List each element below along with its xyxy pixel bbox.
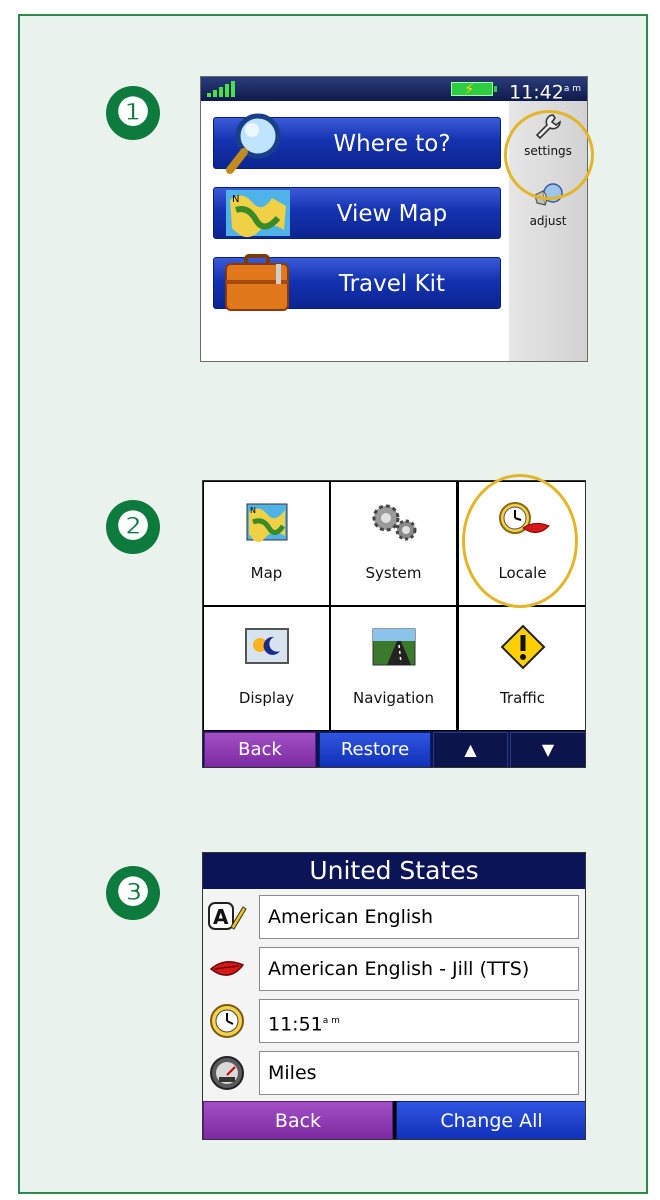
scroll-down-button[interactable]: ▼ xyxy=(510,732,585,767)
where-to-label: Where to? xyxy=(333,131,451,157)
main-menu-screen: ⚡ 11:42a m Where to? N View Map Travel K… xyxy=(200,76,588,362)
time-value: 11:51 xyxy=(268,1013,323,1036)
change-all-button[interactable]: Change All xyxy=(396,1101,585,1139)
restore-button[interactable]: Restore xyxy=(319,732,431,767)
clock-lips-icon xyxy=(498,502,550,534)
voice-lips-icon xyxy=(209,961,245,976)
map-icon: N xyxy=(246,503,287,543)
navigation-settings-tile[interactable]: Navigation xyxy=(331,607,456,730)
system-settings-tile[interactable]: System xyxy=(331,482,456,605)
clock-ampm: a m xyxy=(563,84,581,94)
adjust-button[interactable]: adjust xyxy=(509,181,587,228)
display-tile-label: Display xyxy=(238,689,295,707)
display-settings-tile[interactable]: Display xyxy=(204,607,329,730)
speaker-icon xyxy=(534,183,563,206)
step-1-marker: ❶ xyxy=(106,86,160,140)
locale-tile-label: Locale xyxy=(498,564,547,582)
language-field[interactable]: American English xyxy=(259,895,579,939)
battery-charging-icon: ⚡ xyxy=(451,80,497,98)
time-ampm: a m xyxy=(322,1016,340,1026)
view-map-button[interactable]: N View Map xyxy=(213,187,501,239)
units-field[interactable]: Miles xyxy=(259,1051,579,1095)
traffic-settings-tile[interactable]: Traffic xyxy=(459,607,585,730)
step-2-marker: ❷ xyxy=(106,500,160,554)
locale-rows: A American English American English - Ji… xyxy=(203,889,585,1101)
svg-text:N: N xyxy=(232,194,239,205)
language-row[interactable]: A American English xyxy=(203,891,585,941)
time-field[interactable]: 11:51a m xyxy=(259,999,579,1043)
road-icon xyxy=(372,628,415,666)
view-map-label: View Map xyxy=(336,201,448,227)
traffic-tile-label: Traffic xyxy=(499,689,546,707)
main-menu-sidebar: settings adjust xyxy=(509,101,587,361)
navigation-tile-label: Navigation xyxy=(353,689,434,707)
units-row[interactable]: Miles xyxy=(203,1047,585,1097)
wrench-icon xyxy=(535,114,561,140)
system-tile-label: System xyxy=(365,564,422,582)
signal-strength-icon xyxy=(207,81,235,97)
travel-kit-button[interactable]: Travel Kit xyxy=(213,254,501,311)
where-to-button[interactable]: Where to? xyxy=(213,113,501,174)
voice-row[interactable]: American English - Jill (TTS) xyxy=(203,943,585,993)
clock-icon xyxy=(210,1004,244,1038)
locale-settings-tile[interactable]: Locale xyxy=(459,482,585,605)
time-row[interactable]: 11:51a m xyxy=(203,995,585,1045)
speedometer-icon xyxy=(210,1056,244,1090)
map-tile-label: Map xyxy=(250,564,283,582)
settings-screen: N Map System Locale Display Navigation T… xyxy=(202,480,586,768)
display-icon xyxy=(244,628,289,664)
map-settings-tile[interactable]: N Map xyxy=(204,482,329,605)
step-3-marker: ❸ xyxy=(106,866,160,920)
gears-icon xyxy=(372,504,416,541)
status-bar: ⚡ 11:42a m xyxy=(201,77,587,103)
locale-screen: United States A American English America… xyxy=(202,852,586,1140)
travel-kit-label: Travel Kit xyxy=(338,271,446,297)
voice-field[interactable]: American English - Jill (TTS) xyxy=(259,947,579,991)
settings-button-bar: Back Restore ▲ ▼ xyxy=(203,731,585,767)
locale-title: United States xyxy=(203,853,585,889)
settings-button[interactable]: settings xyxy=(509,111,587,158)
scroll-up-button[interactable]: ▲ xyxy=(433,732,508,767)
settings-label: settings xyxy=(524,144,572,158)
status-clock: 11:42a m xyxy=(509,78,581,103)
svg-text:N: N xyxy=(250,506,256,515)
back-button[interactable]: Back xyxy=(204,732,316,767)
back-button[interactable]: Back xyxy=(203,1101,393,1139)
svg-text:A: A xyxy=(213,905,229,929)
warning-icon xyxy=(500,624,545,670)
text-language-icon: A xyxy=(208,902,247,930)
adjust-label: adjust xyxy=(529,214,567,228)
